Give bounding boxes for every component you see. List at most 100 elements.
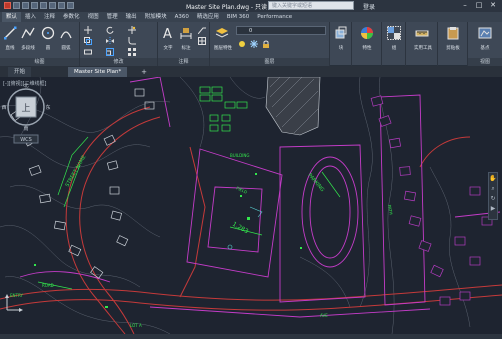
move-icon[interactable]: [84, 26, 92, 34]
wcs-menu[interactable]: WCS: [20, 137, 32, 143]
svg-text:STREET NAME: STREET NAME: [65, 154, 88, 188]
site-plan-drawing: STREET NAME 1,283 PARKING BUILDING FIELD…: [0, 77, 502, 334]
leader-icon[interactable]: [198, 26, 206, 34]
base-view-button[interactable]: 基点: [477, 25, 493, 51]
print-icon[interactable]: [49, 2, 56, 9]
view-panel: 基点 视图: [468, 22, 502, 66]
viewcube-south-label: 南: [23, 125, 28, 132]
draw-panel-caption: 绘图: [0, 58, 79, 66]
line-button[interactable]: 直线: [2, 25, 18, 51]
tab-manage[interactable]: 管理: [103, 12, 122, 22]
tab-view[interactable]: 视图: [84, 12, 103, 22]
new-icon[interactable]: [13, 2, 20, 9]
base-view-icon: [478, 27, 492, 39]
svg-text:LOT A: LOT A: [130, 323, 142, 328]
tab-featured-apps[interactable]: 精选应用: [193, 12, 223, 22]
viewcube-east-label: 东: [45, 104, 50, 111]
svg-text:BUILDING: BUILDING: [230, 153, 249, 158]
dimension-icon: [180, 28, 192, 39]
showmotion-icon[interactable]: ▶: [489, 205, 497, 213]
properties-panel: 特性: [352, 22, 382, 66]
saveas-icon[interactable]: [40, 2, 47, 9]
trim-icon[interactable]: [128, 26, 136, 34]
circle-button[interactable]: 圆: [40, 25, 56, 51]
stretch-icon[interactable]: [84, 48, 92, 56]
pan-icon[interactable]: ✋: [489, 175, 497, 183]
insert-block-button[interactable]: 块: [333, 25, 349, 51]
layer-lock-icon[interactable]: [262, 40, 270, 48]
undo-icon[interactable]: [58, 2, 65, 9]
search-input[interactable]: 键入关键字或短语: [268, 1, 354, 10]
navigation-bar: ✋ ⌕ ↻ ▶: [488, 172, 498, 220]
properties-button[interactable]: 特性: [359, 25, 375, 51]
tab-insert[interactable]: 插入: [21, 12, 40, 22]
utilities-button[interactable]: 实用工具: [414, 25, 432, 51]
polyline-icon: [21, 27, 35, 39]
group-button[interactable]: 组: [386, 25, 402, 51]
tab-start[interactable]: 开始: [8, 67, 32, 77]
tab-performance[interactable]: Performance: [253, 12, 296, 22]
open-icon[interactable]: [22, 2, 29, 9]
layer-properties-button[interactable]: 图层特性: [214, 25, 232, 51]
polyline-button[interactable]: 多段线: [20, 25, 36, 51]
window-controls: – □ ✕: [459, 1, 499, 10]
layers-panel: 图层特性 0 图层: [210, 22, 330, 66]
annotation-panel: A 文字 标注 注释: [158, 22, 210, 66]
block-icon: [335, 26, 347, 39]
layer-dropdown[interactable]: 0: [236, 26, 326, 35]
zoom-icon[interactable]: ⌕: [489, 185, 497, 193]
svg-text:1,283: 1,283: [231, 221, 250, 236]
properties-icon: [361, 27, 373, 39]
fillet-icon[interactable]: [128, 37, 136, 45]
orbit-icon[interactable]: ↻: [489, 195, 497, 203]
layer-freeze-icon[interactable]: [250, 40, 258, 48]
clipboard-button[interactable]: 剪贴板: [445, 25, 461, 51]
text-button[interactable]: A 文字: [160, 25, 176, 51]
svg-text:PARKING: PARKING: [306, 172, 325, 193]
tab-a360[interactable]: A360: [171, 12, 193, 22]
svg-text:FIELD: FIELD: [236, 185, 248, 194]
tab-default[interactable]: 默认: [2, 12, 22, 22]
tab-addins[interactable]: 附加模块: [141, 12, 171, 22]
drawing-area[interactable]: STREET NAME 1,283 PARKING BUILDING FIELD…: [0, 77, 502, 334]
tab-annotate[interactable]: 注释: [40, 12, 59, 22]
sign-in-link[interactable]: 登录: [363, 2, 375, 11]
viewcube[interactable]: 上 北 南 东 西 WCS: [0, 77, 58, 147]
quick-access-toolbar: [4, 2, 74, 9]
arc-button[interactable]: 圆弧: [58, 25, 74, 51]
svg-text:ROAD: ROAD: [42, 283, 54, 288]
rotate-icon[interactable]: [106, 26, 114, 34]
layer-on-icon[interactable]: [238, 40, 246, 48]
app-menu-icon[interactable]: [4, 2, 11, 9]
groups-panel: 组: [382, 22, 406, 66]
copy-icon[interactable]: [84, 37, 92, 45]
scale-icon[interactable]: [106, 48, 114, 56]
tab-bim360[interactable]: BIM 360: [223, 12, 253, 22]
circle-icon: [41, 26, 55, 40]
maximize-button[interactable]: □: [473, 1, 485, 10]
svg-text:A: A: [163, 27, 172, 40]
layer-properties-icon: [215, 28, 229, 38]
close-button[interactable]: ✕: [487, 1, 499, 10]
mirror-icon[interactable]: [106, 37, 114, 45]
document-tabs: 开始 Master Site Plan* +: [0, 66, 502, 77]
save-icon[interactable]: [31, 2, 38, 9]
tab-master-site-plan[interactable]: Master Site Plan*: [68, 67, 128, 77]
tab-parametric[interactable]: 参数化: [59, 12, 84, 22]
status-bar: [0, 334, 502, 339]
minimize-button[interactable]: –: [459, 1, 471, 10]
draw-panel: 直线 多段线 圆 圆弧 绘图: [0, 22, 80, 66]
tab-output[interactable]: 输出: [122, 12, 141, 22]
redo-icon[interactable]: [67, 2, 74, 9]
dimension-button[interactable]: 标注: [178, 25, 194, 51]
text-icon: A: [163, 27, 172, 42]
table-icon[interactable]: [198, 37, 206, 45]
array-icon[interactable]: [128, 48, 136, 56]
modify-panel-caption: 修改: [80, 58, 157, 66]
measure-icon: [415, 30, 429, 37]
window-title: Master Site Plan.dwg - 只读: [186, 4, 268, 11]
line-icon: [4, 26, 17, 40]
view-panel-caption: 视图: [468, 58, 502, 66]
viewcube-west-label: 西: [1, 105, 6, 111]
new-tab-button[interactable]: +: [140, 68, 148, 76]
